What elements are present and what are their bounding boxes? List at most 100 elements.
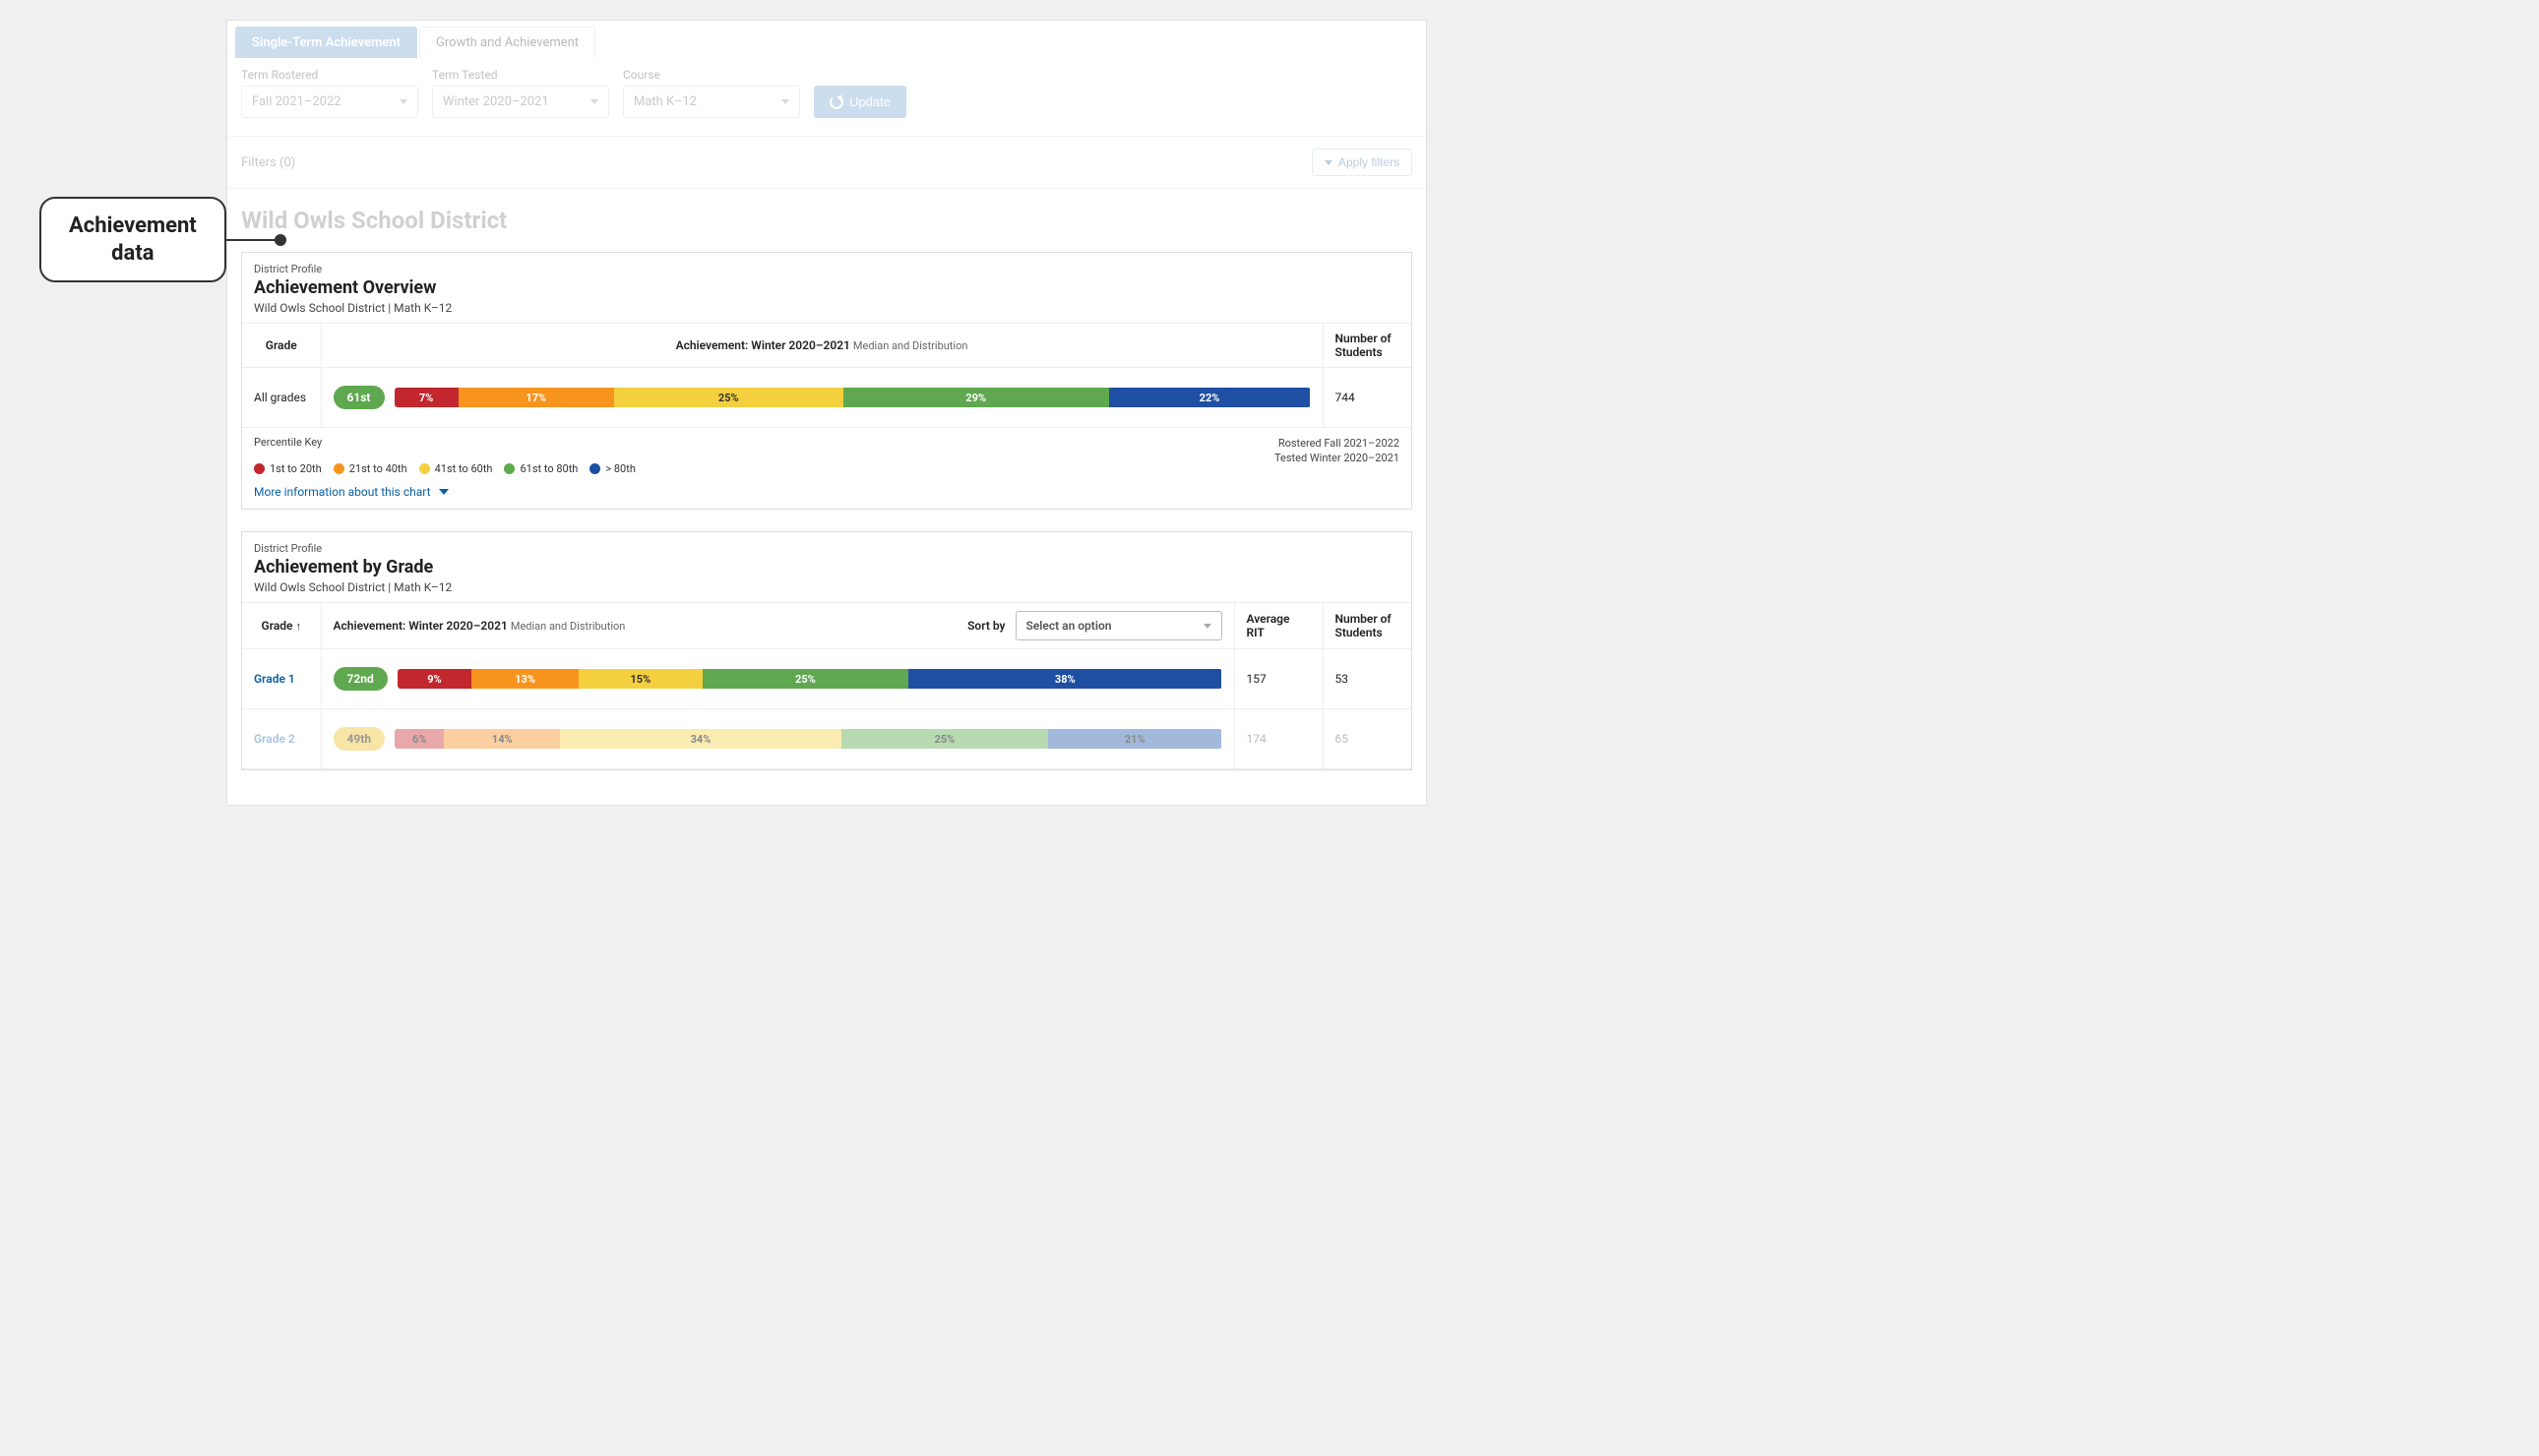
bar-segment: 13%: [471, 669, 579, 689]
filters-count: (0): [279, 155, 295, 170]
bar-segment: 22%: [1109, 388, 1311, 407]
chevron-down-icon: [1204, 624, 1211, 629]
col-avg-l2: RIT: [1247, 626, 1311, 639]
callout-annotation: Achievement data: [39, 197, 286, 282]
legend-items: Percentile Key 1st to 20th21st to 40th41…: [254, 436, 719, 475]
row-bar-cell: 49th6%14%34%25%21%: [321, 709, 1234, 769]
sort-by-value: Select an option: [1026, 619, 1112, 633]
overview-header: District Profile Achievement Overview Wi…: [242, 253, 1411, 324]
update-button[interactable]: Update: [814, 86, 906, 118]
term-controls: Term Rostered Fall 2021–2022 Term Tested…: [227, 58, 1426, 137]
legend-item: 61st to 80th: [504, 462, 578, 475]
bar-segment: 25%: [614, 388, 843, 407]
col-ach-sub: Median and Distribution: [511, 620, 626, 633]
legend-title: Percentile Key: [254, 436, 715, 449]
col-num-l1: Number of: [1335, 612, 1400, 626]
chevron-down-icon: [439, 489, 449, 495]
col-achievement: Achievement: Winter 2020–2021 Median and…: [321, 603, 1234, 649]
row-num-students: 65: [1323, 709, 1411, 769]
col-num-l2: Students: [1335, 626, 1400, 639]
bar-segment: 34%: [560, 729, 841, 749]
callout-dot: [275, 234, 286, 246]
col-num-students: Number of Students: [1323, 324, 1411, 368]
more-info-link[interactable]: More information about this chart: [242, 479, 1411, 509]
sort-by-select[interactable]: Select an option: [1016, 611, 1222, 640]
refresh-icon: [830, 95, 843, 109]
col-avg-rit: Average RIT: [1234, 603, 1323, 649]
value-course: Math K–12: [634, 94, 697, 109]
legend-tested: Tested Winter 2020–2021: [1274, 451, 1399, 465]
bar-segment: 21%: [1048, 729, 1221, 749]
col-grade-label: Grade: [262, 619, 293, 633]
app-window: Single-Term Achievement Growth and Achie…: [226, 20, 1427, 806]
legend-right: Rostered Fall 2021–2022 Tested Winter 20…: [1274, 436, 1399, 475]
row-grade-label: All grades: [242, 368, 321, 428]
col-ach-title: Achievement: Winter 2020–2021: [334, 619, 508, 633]
col-grade: Grade: [242, 324, 321, 368]
grade-link[interactable]: Grade 2: [254, 732, 295, 746]
row-bar-cell: 72nd9%13%15%25%38%: [321, 649, 1234, 709]
chevron-down-icon: [400, 99, 407, 104]
row-bar-cell: 61st 7%17%25%29%22%: [321, 368, 1323, 428]
legend-dot-icon: [334, 463, 344, 474]
sort-arrow-up-icon: ↑: [295, 620, 301, 633]
legend-item: > 80th: [589, 462, 636, 475]
label-term-rostered: Term Rostered: [241, 68, 418, 82]
table-row: Grade 2 49th6%14%34%25%21%17465: [242, 709, 1411, 769]
bar-segment: 25%: [703, 669, 908, 689]
overview-table: Grade Achievement: Winter 2020–2021 Medi…: [242, 324, 1411, 428]
row-num-students: 53: [1323, 649, 1411, 709]
achievement-overview-card: District Profile Achievement Overview Wi…: [241, 252, 1412, 510]
tab-single-term[interactable]: Single-Term Achievement: [235, 27, 417, 58]
row-grade: Grade 1: [242, 649, 321, 709]
filters-label: Filters: [241, 155, 277, 170]
overview-sub: Wild Owls School District | Math K–12: [254, 301, 1399, 315]
overview-eyebrow: District Profile: [254, 263, 1399, 275]
select-term-tested[interactable]: Winter 2020–2021: [432, 86, 609, 118]
col-achievement: Achievement: Winter 2020–2021 Median and…: [321, 324, 1323, 368]
bar-segment: 38%: [908, 669, 1221, 689]
legend-item: 41st to 60th: [419, 462, 493, 475]
col-num-l2: Students: [1335, 345, 1400, 359]
filters-row: Filters (0) Apply filters: [227, 137, 1426, 189]
update-label: Update: [849, 94, 891, 109]
bar-segment: 29%: [843, 388, 1109, 407]
legend-dot-icon: [589, 463, 600, 474]
sort-by-label: Sort by: [967, 619, 1005, 633]
distribution-bar: 7%17%25%29%22%: [395, 388, 1311, 407]
bar-segment: 17%: [459, 388, 614, 407]
legend-item: 21st to 40th: [334, 462, 407, 475]
col-grade[interactable]: Grade ↑: [242, 603, 321, 649]
select-course[interactable]: Math K–12: [623, 86, 800, 118]
col-ach-sub: Median and Distribution: [853, 339, 968, 352]
select-term-rostered[interactable]: Fall 2021–2022: [241, 86, 418, 118]
grade-link[interactable]: Grade 1: [254, 672, 295, 686]
bar-segment: 6%: [395, 729, 444, 749]
apply-filters-button[interactable]: Apply filters: [1312, 149, 1412, 176]
control-term-rostered: Term Rostered Fall 2021–2022: [241, 68, 418, 118]
callout-connector: [226, 239, 276, 241]
page-title: Wild Owls School District: [227, 189, 1426, 244]
legend-rostered: Rostered Fall 2021–2022: [1274, 436, 1399, 451]
label-term-tested: Term Tested: [432, 68, 609, 82]
chevron-down-icon: [1325, 160, 1332, 165]
legend-label: > 80th: [605, 462, 636, 475]
legend-dot-icon: [504, 463, 515, 474]
bygrade-sub: Wild Owls School District | Math K–12: [254, 580, 1399, 594]
col-num-students: Number of Students: [1323, 603, 1411, 649]
row-avg-rit: 174: [1234, 709, 1323, 769]
legend-dot-icon: [419, 463, 430, 474]
bygrade-eyebrow: District Profile: [254, 542, 1399, 555]
bygrade-header: District Profile Achievement by Grade Wi…: [242, 532, 1411, 603]
tab-growth-achievement[interactable]: Growth and Achievement: [419, 27, 595, 58]
control-course: Course Math K–12: [623, 68, 800, 118]
overview-title: Achievement Overview: [254, 277, 1399, 298]
apply-filters-label: Apply filters: [1338, 155, 1399, 169]
filters-label-wrap: Filters (0): [241, 155, 295, 170]
distribution-bar: 6%14%34%25%21%: [395, 729, 1221, 749]
bar-segment: 14%: [444, 729, 560, 749]
value-term-rostered: Fall 2021–2022: [252, 94, 341, 109]
median-pill: 61st: [334, 386, 385, 409]
row-grade: Grade 2: [242, 709, 321, 769]
bar-segment: 15%: [579, 669, 703, 689]
